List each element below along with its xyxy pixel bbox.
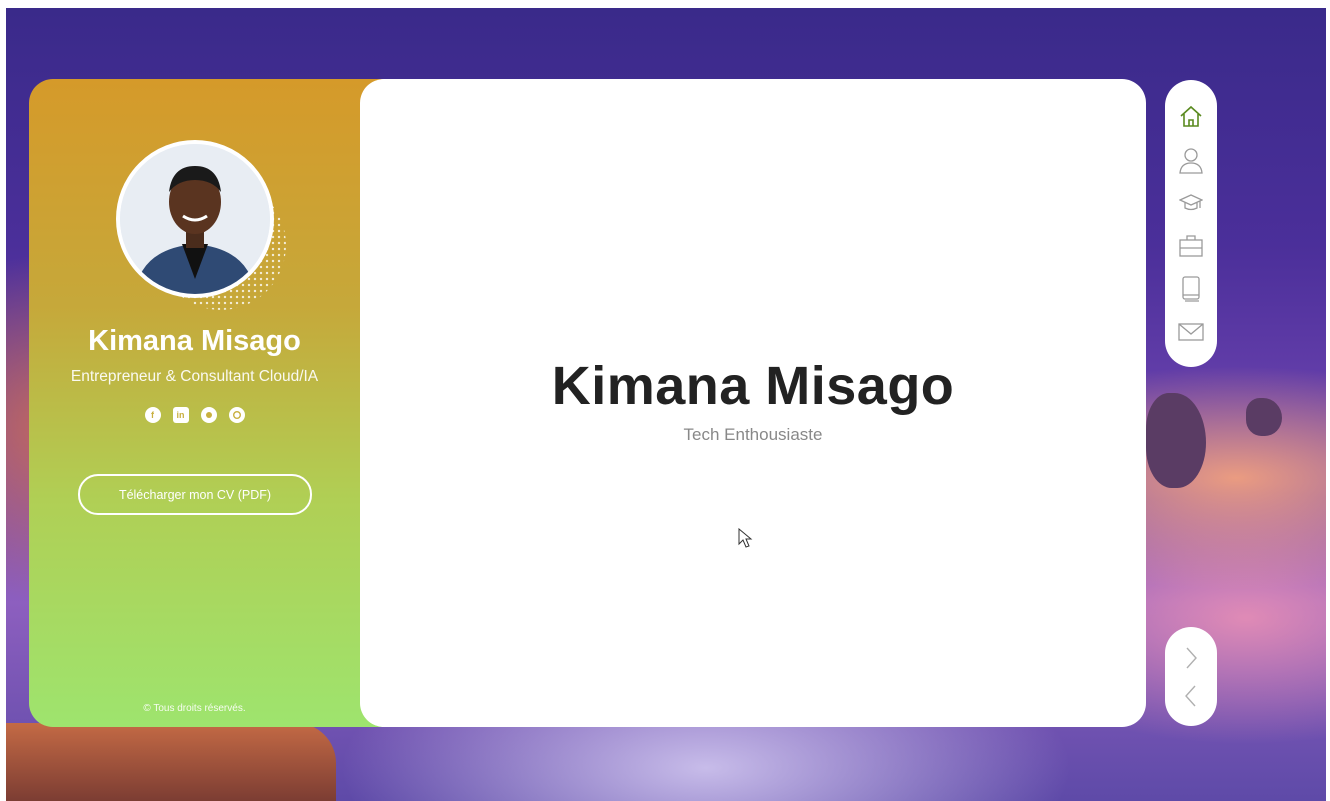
avatar-container xyxy=(116,140,286,310)
profile-photo xyxy=(120,144,270,294)
nav-contact[interactable] xyxy=(1176,317,1206,347)
chevron-right-icon xyxy=(1186,647,1197,668)
briefcase-icon xyxy=(1179,235,1203,257)
profile-role: Entrepreneur & Consultant Cloud/IA xyxy=(70,368,319,385)
social-links: f in xyxy=(29,407,360,423)
book-icon xyxy=(1182,276,1200,302)
copyright-footer: © Tous droits réservés. xyxy=(143,703,246,714)
mouse-cursor-icon xyxy=(738,528,753,548)
chevron-left-icon xyxy=(1185,685,1196,706)
nav-about[interactable] xyxy=(1176,145,1206,175)
whatsapp-icon[interactable] xyxy=(228,407,245,423)
nav-education[interactable] xyxy=(1176,188,1206,218)
nav-home[interactable] xyxy=(1176,102,1206,132)
graduation-cap-icon xyxy=(1179,194,1203,211)
floating-rock xyxy=(1246,398,1282,436)
hero-subtitle: Tech Enthousiaste xyxy=(683,425,823,444)
github-icon[interactable] xyxy=(200,407,217,423)
facebook-icon[interactable]: f xyxy=(144,407,161,423)
floating-rock xyxy=(1146,393,1206,488)
mail-icon xyxy=(1178,323,1204,341)
main-content-card: Kimana Misago Tech Enthousiaste xyxy=(360,79,1146,727)
profile-sidebar: Kimana Misago Entrepreneur & Consultant … xyxy=(29,79,389,727)
home-icon xyxy=(1180,105,1202,127)
section-nav xyxy=(1165,80,1217,367)
linkedin-icon[interactable]: in xyxy=(172,407,189,423)
rock-ledge xyxy=(6,723,336,801)
hero-title: Kimana Misago xyxy=(551,356,955,416)
avatar xyxy=(116,140,274,298)
user-icon xyxy=(1179,148,1203,174)
profile-name: Kimana Misago xyxy=(88,325,301,357)
next-page-button[interactable] xyxy=(1179,646,1203,670)
download-cv-button[interactable]: Télécharger mon CV (PDF) xyxy=(78,474,312,515)
page-arrows xyxy=(1165,627,1217,726)
nav-experience[interactable] xyxy=(1176,231,1206,261)
prev-page-button[interactable] xyxy=(1179,684,1203,708)
nav-portfolio[interactable] xyxy=(1176,274,1206,304)
